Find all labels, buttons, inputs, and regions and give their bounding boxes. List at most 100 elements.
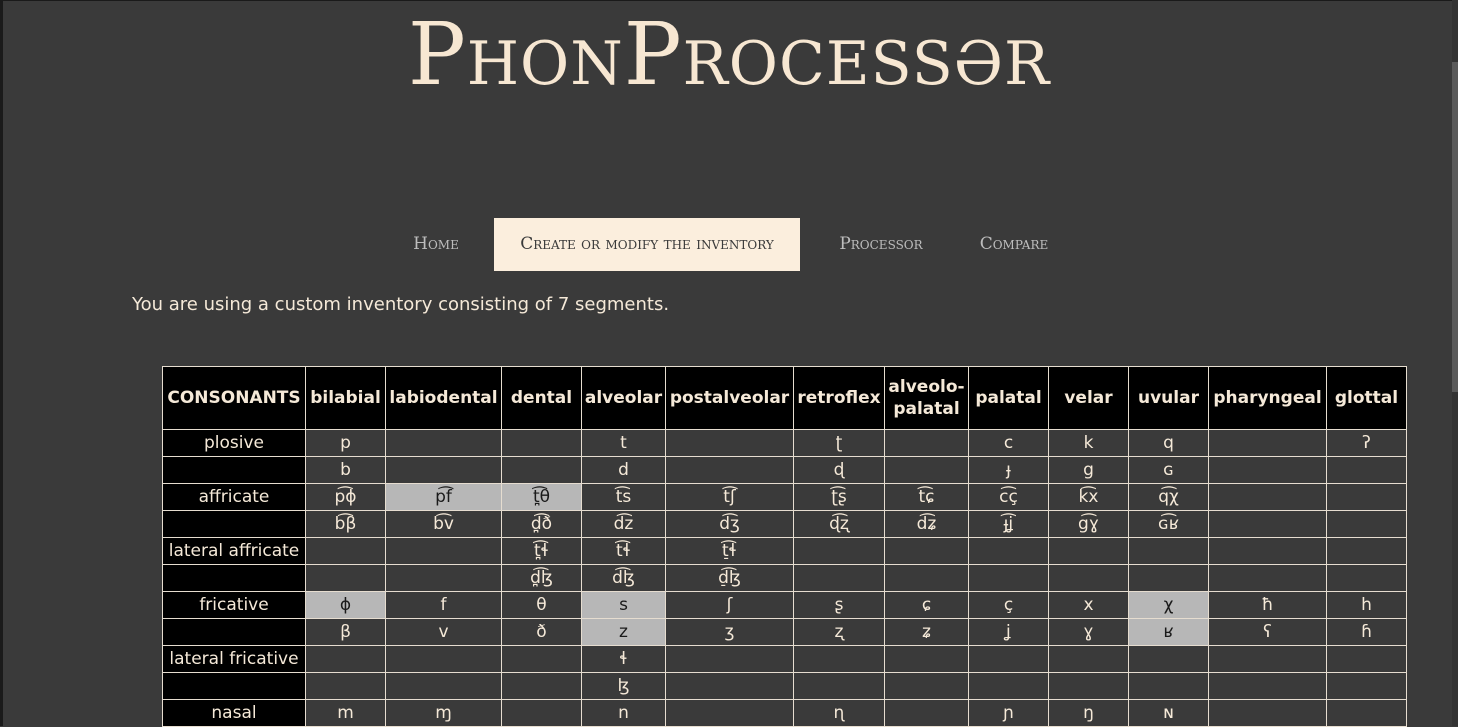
empty-cell xyxy=(1326,456,1407,484)
phoneme-cell[interactable]: f xyxy=(385,591,502,619)
phoneme-cell[interactable]: x xyxy=(1048,591,1129,619)
phoneme-cell[interactable]: t̠͡ɬ xyxy=(665,537,794,565)
phoneme-cell[interactable]: ɬ xyxy=(581,645,666,673)
phoneme-cell[interactable]: d xyxy=(581,456,666,484)
phoneme-cell[interactable]: t̪͡θ xyxy=(501,483,582,511)
empty-cell xyxy=(1326,510,1407,538)
phoneme-cell[interactable]: n xyxy=(581,699,666,727)
row-label xyxy=(162,672,306,700)
phoneme-cell[interactable]: t͡ʃ xyxy=(665,483,794,511)
phoneme-cell[interactable]: ɕ xyxy=(884,591,969,619)
phoneme-cell[interactable]: ʕ xyxy=(1208,618,1327,646)
phoneme-cell[interactable]: ɮ xyxy=(581,672,666,700)
column-header-palatal: palatal xyxy=(968,366,1049,430)
empty-cell xyxy=(665,645,794,673)
table-row: b͡β b͡v d̪͡ð d͡z d͡ʒ ɖ͡ʐ d͡ʑ ɟ͡ʝ g͡ɣ ɢ͡ʁ xyxy=(162,510,1407,538)
row-label xyxy=(162,510,306,538)
empty-cell xyxy=(1208,645,1327,673)
phoneme-cell[interactable]: ʝ xyxy=(968,618,1049,646)
phoneme-cell[interactable]: s xyxy=(581,591,666,619)
empty-cell xyxy=(1208,537,1327,565)
phoneme-cell[interactable]: ɢ͡ʁ xyxy=(1128,510,1209,538)
column-header-glottal: glottal xyxy=(1326,366,1407,430)
phoneme-cell[interactable]: ɲ xyxy=(968,699,1049,727)
phoneme-cell[interactable]: ʈ xyxy=(793,429,885,457)
phoneme-cell[interactable]: t̪͡ɬ xyxy=(501,537,582,565)
phoneme-cell[interactable]: t͡s xyxy=(581,483,666,511)
phoneme-cell[interactable]: ɱ xyxy=(385,699,502,727)
phoneme-cell[interactable]: h xyxy=(1326,591,1407,619)
phoneme-cell[interactable]: ʑ xyxy=(884,618,969,646)
empty-cell xyxy=(884,564,969,592)
phoneme-cell[interactable]: ɖ xyxy=(793,456,885,484)
phoneme-cell[interactable]: ʂ xyxy=(793,591,885,619)
empty-cell xyxy=(793,564,885,592)
nav-create-inventory[interactable]: Create or modify the inventory xyxy=(494,218,800,271)
phoneme-cell[interactable]: ɟ xyxy=(968,456,1049,484)
phoneme-cell[interactable]: d̪͡ð xyxy=(501,510,582,538)
phoneme-cell[interactable]: b͡β xyxy=(305,510,386,538)
phoneme-cell[interactable]: v xyxy=(385,618,502,646)
phoneme-cell[interactable]: ʃ xyxy=(665,591,794,619)
phoneme-cell[interactable]: d̪͡ɮ xyxy=(501,564,582,592)
phoneme-cell[interactable]: q͡χ xyxy=(1128,483,1209,511)
phoneme-cell[interactable]: g xyxy=(1048,456,1129,484)
empty-cell xyxy=(1128,564,1209,592)
empty-cell xyxy=(501,429,582,457)
phoneme-cell[interactable]: ɦ xyxy=(1326,618,1407,646)
phoneme-cell[interactable]: d͡ʑ xyxy=(884,510,969,538)
phoneme-cell[interactable]: p͡ɸ xyxy=(305,483,386,511)
empty-cell xyxy=(884,699,969,727)
nav-compare[interactable]: Compare xyxy=(960,218,1068,271)
empty-cell xyxy=(665,699,794,727)
phoneme-cell[interactable]: p͡f xyxy=(385,483,502,511)
phoneme-cell[interactable]: ɣ xyxy=(1048,618,1129,646)
phoneme-cell[interactable]: ʒ xyxy=(665,618,794,646)
phoneme-cell[interactable]: ɳ xyxy=(793,699,885,727)
phoneme-cell[interactable]: ħ xyxy=(1208,591,1327,619)
phoneme-cell[interactable]: c͡ç xyxy=(968,483,1049,511)
phoneme-cell[interactable]: k͡x xyxy=(1048,483,1129,511)
phoneme-cell[interactable]: ɟ͡ʝ xyxy=(968,510,1049,538)
phoneme-cell[interactable]: d͡ʒ xyxy=(665,510,794,538)
nav-processor[interactable]: Processor xyxy=(826,218,936,271)
phoneme-cell[interactable]: b xyxy=(305,456,386,484)
phoneme-cell[interactable]: ɢ xyxy=(1128,456,1209,484)
phoneme-cell[interactable]: ʔ xyxy=(1326,429,1407,457)
table-row: ɮ xyxy=(162,672,1407,700)
phoneme-cell[interactable]: ç xyxy=(968,591,1049,619)
phoneme-cell[interactable]: c xyxy=(968,429,1049,457)
phoneme-cell[interactable]: p xyxy=(305,429,386,457)
phoneme-cell[interactable]: t͡ɬ xyxy=(581,537,666,565)
phoneme-cell[interactable]: ɸ xyxy=(305,591,386,619)
phoneme-cell[interactable]: m xyxy=(305,699,386,727)
nav-home[interactable]: Home xyxy=(396,218,476,271)
row-label: plosive xyxy=(162,429,306,457)
phoneme-cell[interactable]: β xyxy=(305,618,386,646)
phoneme-cell[interactable]: θ xyxy=(501,591,582,619)
phoneme-cell[interactable]: χ xyxy=(1128,591,1209,619)
phoneme-cell[interactable]: q xyxy=(1128,429,1209,457)
phoneme-cell[interactable]: k xyxy=(1048,429,1129,457)
phoneme-cell[interactable]: ʈ͡ʂ xyxy=(793,483,885,511)
empty-cell xyxy=(884,429,969,457)
empty-cell xyxy=(968,672,1049,700)
phoneme-cell[interactable]: t͡ɕ xyxy=(884,483,969,511)
phoneme-cell[interactable]: d͡z xyxy=(581,510,666,538)
scrollbar[interactable] xyxy=(1452,0,1458,726)
phoneme-cell[interactable]: b͡v xyxy=(385,510,502,538)
phoneme-cell[interactable]: d͡ɮ xyxy=(581,564,666,592)
phoneme-cell[interactable]: ɴ xyxy=(1128,699,1209,727)
phoneme-cell[interactable]: d̠͡ɮ xyxy=(665,564,794,592)
phoneme-cell[interactable]: ʐ xyxy=(793,618,885,646)
phoneme-cell[interactable]: g͡ɣ xyxy=(1048,510,1129,538)
phoneme-cell[interactable]: ð xyxy=(501,618,582,646)
empty-cell xyxy=(305,645,386,673)
phoneme-cell[interactable]: t xyxy=(581,429,666,457)
empty-cell xyxy=(385,429,502,457)
phoneme-cell[interactable]: z xyxy=(581,618,666,646)
phoneme-cell[interactable]: ɖ͡ʐ xyxy=(793,510,885,538)
phoneme-cell[interactable]: ʁ xyxy=(1128,618,1209,646)
phoneme-cell[interactable]: ŋ xyxy=(1048,699,1129,727)
empty-cell xyxy=(665,672,794,700)
